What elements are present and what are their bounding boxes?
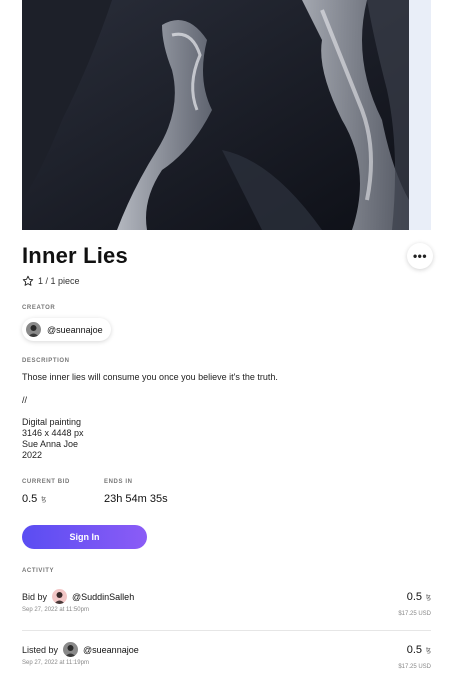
- activity-label: ACTIVITY: [22, 568, 55, 574]
- more-icon: •••: [412, 249, 428, 263]
- creator-avatar: [26, 322, 41, 337]
- description-text: Those inner lies will consume you once y…: [22, 372, 278, 382]
- more-options-button[interactable]: •••: [407, 243, 433, 269]
- tez-icon: ꜩ: [426, 594, 431, 601]
- edition-text: 1 / 1 piece: [38, 276, 80, 286]
- star-icon[interactable]: [22, 275, 34, 287]
- creator-label: CREATOR: [22, 305, 56, 311]
- activity-action: Bid by: [22, 591, 48, 602]
- activity-user[interactable]: @sueannajoe: [83, 645, 139, 655]
- artwork-title: Inner Lies: [22, 243, 128, 268]
- description-medium: Digital painting: [22, 417, 82, 427]
- current-bid-label: CURRENT BID: [22, 479, 70, 485]
- activity-action: Listed by: [22, 644, 59, 655]
- activity-amount: 0.5 ꜩ: [407, 591, 431, 603]
- activity-usd: $17.25 USD: [398, 611, 431, 617]
- description-artist: Sue Anna Joe: [22, 439, 79, 449]
- current-bid: 0.5 ꜩ: [22, 493, 46, 505]
- description-year: 2022: [22, 450, 43, 460]
- ends-in-label: ENDS IN: [104, 479, 133, 485]
- artwork-painting: [22, 0, 409, 230]
- activity-row: Listed by @sueannajoe Sep 27, 2022 at 11…: [22, 642, 431, 680]
- artwork-frame: [22, 0, 431, 230]
- current-bid-amount: 0.5: [22, 493, 38, 505]
- description-label: DESCRIPTION: [22, 358, 70, 364]
- activity-date: Sep 27, 2022 at 11:50pm: [22, 607, 89, 613]
- artwork-image[interactable]: [22, 0, 409, 230]
- tez-icon: ꜩ: [426, 647, 431, 654]
- activity-divider: [22, 630, 431, 631]
- activity-amount-value: 0.5: [406, 591, 423, 603]
- sign-in-button[interactable]: Sign In: [22, 525, 147, 549]
- activity-date: Sep 27, 2022 at 11:19pm: [22, 660, 89, 666]
- creator-chip[interactable]: @sueannajoe: [22, 318, 111, 341]
- user-avatar[interactable]: [52, 589, 68, 604]
- creator-handle: @sueannajoe: [47, 324, 103, 335]
- activity-amount: 0.5 ꜩ: [407, 644, 431, 656]
- activity-row: Bid by @SuddinSalleh Sep 27, 2022 at 11:…: [22, 589, 431, 629]
- activity-amount-value: 0.5: [406, 644, 423, 656]
- user-avatar[interactable]: [63, 642, 79, 657]
- activity-user[interactable]: @SuddinSalleh: [72, 592, 134, 602]
- description-dimensions: 3146 x 4448 px: [22, 428, 84, 438]
- description-separator: //: [22, 395, 28, 405]
- ends-in-timer: 23h 54m 35s: [104, 493, 168, 505]
- edition-info: 1 / 1 piece: [22, 275, 80, 287]
- tez-icon: ꜩ: [41, 496, 47, 503]
- activity-usd: $17.25 USD: [398, 664, 431, 670]
